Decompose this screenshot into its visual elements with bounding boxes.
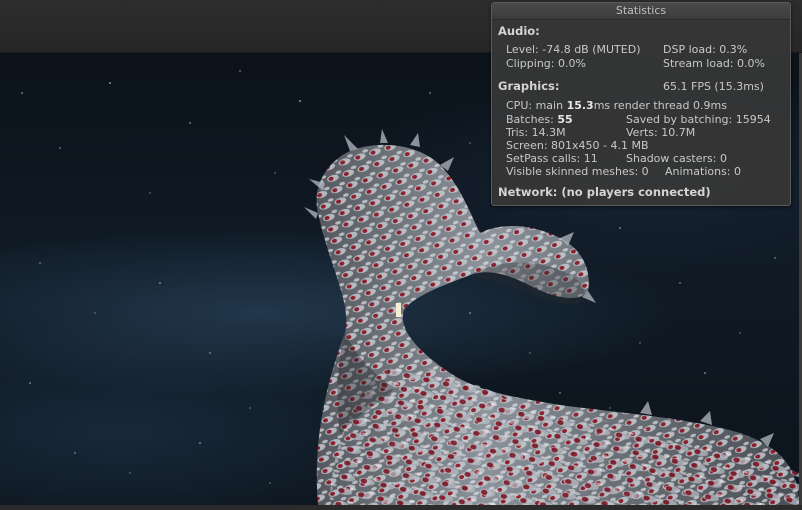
cpu-prefix: CPU: main [506, 99, 567, 112]
graphics-fps: 65.1 FPS (15.3ms) [663, 80, 764, 93]
window-edge-bottom [0, 505, 802, 510]
audio-header: Audio: [498, 24, 540, 38]
audio-level: Level: -74.8 dB (MUTED) [506, 43, 641, 56]
light-marker-icon [396, 303, 401, 317]
batches-value: 55 [557, 113, 573, 126]
graphics-cpu: CPU: main 15.3ms render thread 0.9ms [506, 99, 727, 112]
graphics-screen: Screen: 801x450 - 4.1 MB [506, 139, 649, 152]
graphics-verts: Verts: 10.7M [626, 126, 696, 139]
audio-stream-load: Stream load: 0.0% [663, 57, 765, 70]
cpu-suffix: ms render thread 0.9ms [593, 99, 727, 112]
statistics-panel: Statistics Audio: Level: -74.8 dB (MUTED… [491, 2, 791, 206]
graphics-animations: Animations: 0 [665, 165, 742, 178]
audio-dsp-load: DSP load: 0.3% [663, 43, 748, 56]
batches-prefix: Batches: [506, 113, 558, 126]
audio-clipping: Clipping: 0.0% [506, 57, 586, 70]
network-header: Network: (no players connected) [498, 185, 711, 199]
graphics-visible-skinned: Visible skinned meshes: 0 [506, 165, 649, 178]
graphics-saved-by-batching: Saved by batching: 15954 [626, 113, 771, 126]
graphics-batches: Batches: 55 [506, 113, 573, 126]
graphics-setpass: SetPass calls: 11 [506, 152, 598, 165]
graphics-shadow-casters: Shadow casters: 0 [626, 152, 727, 165]
graphics-header: Graphics: [498, 79, 560, 93]
cpu-main-value: 15.3 [566, 99, 594, 112]
game-window: Statistics Audio: Level: -74.8 dB (MUTED… [0, 0, 802, 510]
graphics-tris: Tris: 14.3M [506, 126, 566, 139]
statistics-title: Statistics [492, 3, 790, 20]
